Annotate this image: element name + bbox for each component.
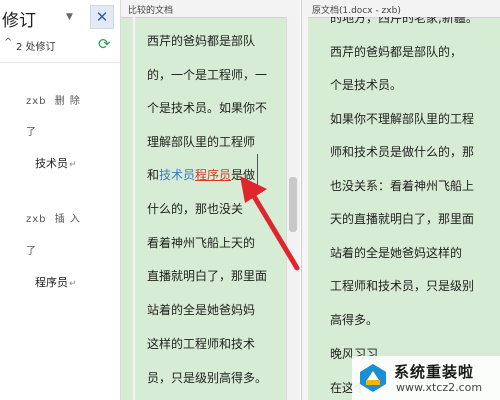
revision-meta[interactable]: zxb 删 除 <box>26 92 81 107</box>
doc-line: 的地方，西芹的老家,新疆。 <box>330 17 478 25</box>
deleted-text[interactable]: 技术员 <box>159 168 195 182</box>
doc-line: 的，一个是工程师，一 <box>147 68 268 82</box>
revision-author: zxb <box>26 214 47 225</box>
watermark: 系统重装啦 www.xtcz2.com <box>352 356 500 400</box>
original-document-pane[interactable]: 原文档(1.docx - zxb) 的地方，西芹的老家,新疆。 西芹的爸妈都是部… <box>301 0 500 400</box>
doc-line: 什么的，那也没关 <box>147 202 244 216</box>
original-document-body: 的地方，西芹的老家,新疆。 西芹的爸妈都是部队的， 个是技术员。 如果你不理解部… <box>302 17 500 400</box>
scrollbar-thumb[interactable] <box>289 177 297 232</box>
doc-line: 工程师和技术员，只是级别 <box>330 279 475 293</box>
revision-text[interactable]: 程序员↵ <box>35 274 77 290</box>
revision-action: 删 除 <box>54 96 81 107</box>
text-after: 是做 <box>231 168 256 182</box>
close-button[interactable]: ✕ <box>90 5 114 29</box>
doc-line: 师和技术员是做什么的，那 <box>330 145 475 159</box>
compared-document-title: 比较的文档 <box>128 6 174 16</box>
watermark-url: www.xtcz2.com <box>396 381 483 394</box>
page-margin <box>133 17 135 400</box>
chevron-up-icon[interactable]: ^ <box>4 37 12 48</box>
inserted-text[interactable]: 程序员 <box>195 168 231 182</box>
revision-aux: 了 <box>26 246 36 257</box>
revision-aux: 了 <box>26 127 36 138</box>
original-document-title: 原文档(1.docx - zxb) <box>312 6 401 16</box>
doc-line: 如果你不理解部队里的工程 <box>330 112 475 126</box>
revision-text-value: 程序员 <box>35 276 68 289</box>
doc-line: 西芹的爸妈都是部队的， <box>330 45 463 59</box>
paragraph-mark-icon: ↵ <box>69 160 77 170</box>
doc-line: 这样的工程师和技术 <box>147 337 256 351</box>
watermark-title: 系统重装啦 <box>394 363 475 381</box>
doc-line: 也没关系：看着神州飞船上 <box>330 179 475 193</box>
doc-line: 理解部队里的工程师 <box>147 135 256 149</box>
revision-summary-row[interactable]: ^ 2 处修订 ⟳ <box>0 34 120 56</box>
revision-pane: 修订 ▼ ✕ ^ 2 处修订 ⟳ zxb 删 除 了 技术员↵ zxb 插 入 … <box>0 0 121 400</box>
watermark-logo-icon <box>360 364 386 392</box>
revision-count: 2 处修订 <box>16 42 56 53</box>
revision-action: 插 入 <box>54 214 81 225</box>
doc-line: 西芹的爸妈都是部队 <box>147 34 256 48</box>
text-before: 和 <box>147 168 160 182</box>
title-dropdown-icon[interactable]: ▼ <box>66 12 73 22</box>
original-document-header: 原文档(1.docx - zxb) <box>302 0 500 18</box>
compared-document-pane[interactable]: 比较的文档 西芹的爸妈都是部队 的，一个是工程师，一 个是技术员。如果你不 理解… <box>121 0 300 400</box>
doc-line: 员，只是级别高得多。 <box>147 371 268 385</box>
compared-document-header: 比较的文档 <box>121 0 300 18</box>
revision-highlight-line[interactable]: 和技术员程序员是做 <box>147 166 255 183</box>
doc-line: 高得多。 <box>330 313 379 327</box>
doc-line: 站着的全是她爸妈这样的 <box>330 246 463 260</box>
vertical-scrollbar[interactable] <box>286 17 300 400</box>
divider <box>0 62 120 63</box>
doc-line: 站着的全是她爸妈妈 <box>147 303 256 317</box>
doc-line: 个是技术员。 <box>330 78 403 92</box>
doc-line: 个是技术员。如果你不 <box>147 101 268 115</box>
paragraph-mark-icon: ↵ <box>69 279 77 289</box>
refresh-icon[interactable]: ⟳ <box>98 35 111 53</box>
revision-text-value: 技术员 <box>35 157 68 170</box>
doc-line: 看着神州飞船上天的 <box>147 236 256 250</box>
doc-line: 天的直播就明白了，那里面 <box>330 212 475 226</box>
doc-line: 直播就明白了，那里面 <box>147 269 268 283</box>
revision-meta[interactable]: zxb 插 入 <box>26 210 81 225</box>
revision-author: zxb <box>26 96 47 107</box>
revision-pane-title: 修订 <box>2 11 36 31</box>
revision-text[interactable]: 技术员↵ <box>35 155 77 171</box>
text-cursor <box>257 154 258 192</box>
